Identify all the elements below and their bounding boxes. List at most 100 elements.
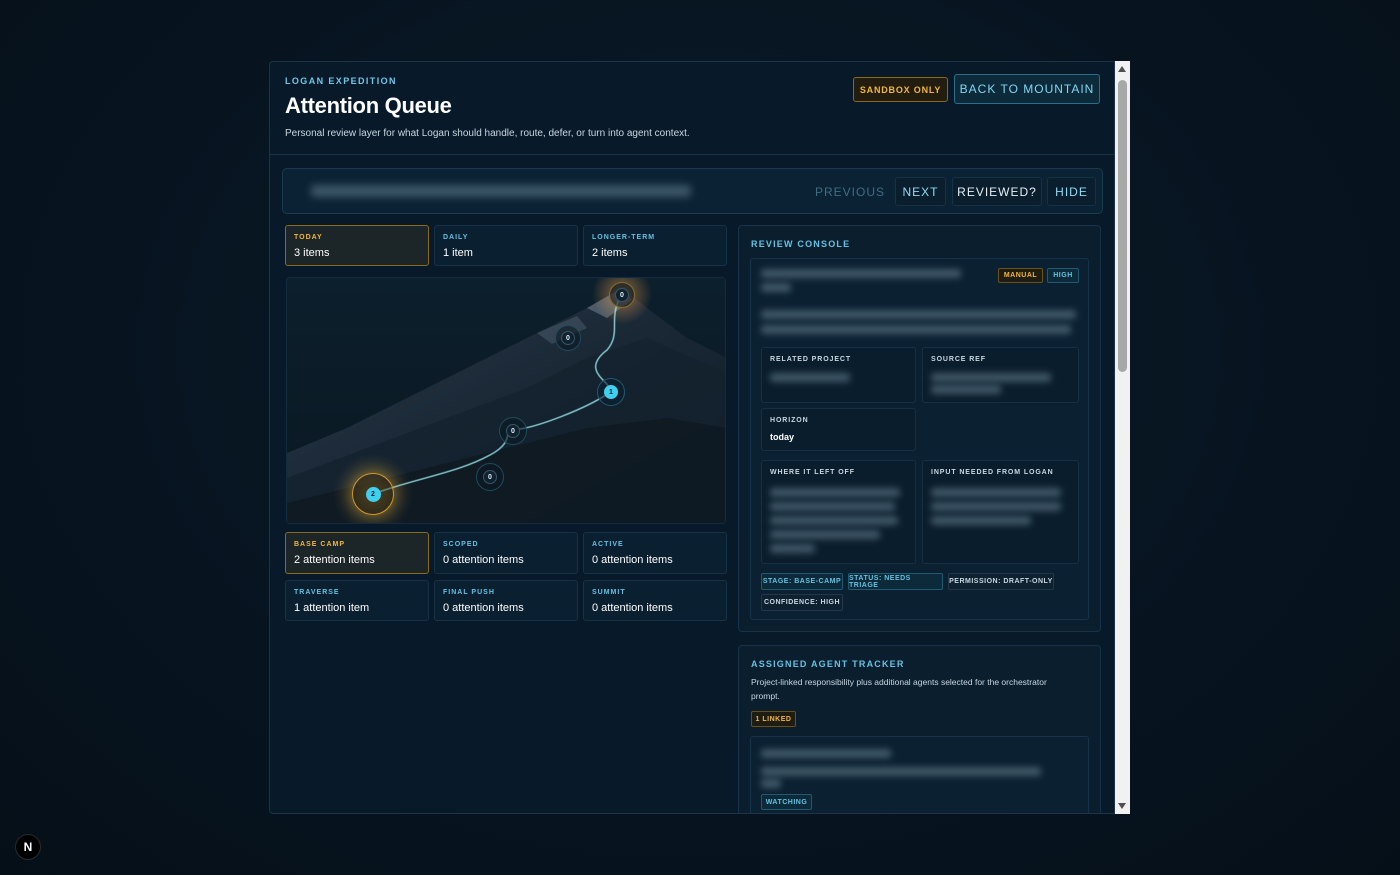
horizon-tile-longer-term[interactable]: LONGER-TERM 2 items: [583, 225, 727, 266]
stage-count: 2 attention items: [294, 554, 375, 566]
next-button[interactable]: NEXT: [895, 177, 946, 206]
current-item-title-blurred: [311, 185, 691, 197]
mountain-map: 0 0 1 0 0 2: [286, 277, 726, 524]
watching-chip: WATCHING: [761, 794, 812, 810]
stage-count: 0 attention items: [443, 554, 524, 566]
attention-queue-modal: LOGAN EXPEDITION Attention Queue Persona…: [269, 61, 1115, 814]
stage-tile-summit[interactable]: SUMMIT 0 attention items: [583, 580, 727, 621]
marker-count: 0: [561, 331, 575, 345]
input-needed-label: INPUT NEEDED FROM LOGAN: [931, 469, 1054, 476]
horizon-tile-daily[interactable]: DAILY 1 item: [434, 225, 578, 266]
hide-button[interactable]: HIDE: [1047, 177, 1096, 206]
horizon-value: today: [770, 432, 795, 442]
agent-tracker-panel: ASSIGNED AGENT TRACKER Project-linked re…: [738, 645, 1101, 813]
back-to-mountain-button[interactable]: BACK TO MOUNTAIN: [954, 74, 1100, 104]
where-it-left-off-label: WHERE IT LEFT OFF: [770, 469, 855, 476]
map-marker-scoped[interactable]: 0: [476, 463, 504, 491]
map-marker-final-push[interactable]: 0: [555, 325, 581, 351]
permission-tag: PERMISSION: DRAFT-ONLY: [948, 573, 1054, 590]
where-it-left-off-field: WHERE IT LEFT OFF: [761, 460, 916, 564]
item-summary-blurred: [761, 310, 1076, 319]
input-needed-text-blurred: [931, 488, 1061, 497]
vertical-scrollbar[interactable]: [1115, 61, 1130, 814]
input-needed-text-blurred: [931, 516, 1031, 525]
related-project-label: RELATED PROJECT: [770, 356, 852, 363]
stage-count: 0 attention items: [592, 602, 673, 614]
agent-card: WATCHING: [750, 736, 1089, 813]
input-needed-text-blurred: [931, 502, 1061, 511]
nextjs-dev-indicator-icon[interactable]: N: [15, 834, 41, 860]
agent-detail-blurred: [761, 767, 1041, 776]
related-project-field: RELATED PROJECT: [761, 347, 916, 403]
review-console-title: REVIEW CONSOLE: [751, 239, 851, 249]
agent-detail-blurred: [761, 779, 781, 788]
map-marker-active[interactable]: 0: [499, 417, 527, 445]
stage-tile-traverse[interactable]: TRAVERSE 1 attention item: [285, 580, 429, 621]
scroll-up-arrow-icon[interactable]: [1118, 66, 1126, 72]
source-ref-field: SOURCE REF: [922, 347, 1079, 403]
source-ref-label: SOURCE REF: [931, 356, 986, 363]
horizon-label: DAILY: [443, 234, 469, 241]
stage-count: 0 attention items: [592, 554, 673, 566]
horizon-label: LONGER-TERM: [592, 234, 656, 241]
stage-label: TRAVERSE: [294, 589, 340, 596]
horizon-label: TODAY: [294, 234, 323, 241]
stage-label: SCOPED: [443, 541, 479, 548]
stage-label: FINAL PUSH: [443, 589, 495, 596]
left-off-text-blurred: [770, 502, 895, 511]
horizon-count: 3 items: [294, 247, 330, 259]
item-title-blurred: [761, 283, 791, 292]
stage-tile-active[interactable]: ACTIVE 0 attention items: [583, 532, 727, 574]
left-off-text-blurred: [770, 516, 898, 525]
marker-count: 0: [506, 424, 520, 438]
page-title: Attention Queue: [285, 93, 452, 118]
stage-label: SUMMIT: [592, 589, 626, 596]
map-marker-summit[interactable]: 0: [609, 282, 635, 308]
status-tag: STATUS: NEEDS TRIAGE: [848, 573, 943, 590]
scroll-thumb[interactable]: [1118, 80, 1127, 372]
stage-tile-final-push[interactable]: FINAL PUSH 0 attention items: [434, 580, 578, 621]
scroll-down-arrow-icon[interactable]: [1118, 803, 1126, 809]
stage-label: ACTIVE: [592, 541, 624, 548]
item-title-blurred: [761, 269, 961, 278]
stage-label: BASE CAMP: [294, 541, 346, 548]
stage-count: 1 attention item: [294, 602, 370, 614]
stage-tag: STAGE: BASE-CAMP: [761, 573, 843, 590]
item-summary-blurred: [761, 325, 1071, 334]
horizon-label: HORIZON: [770, 417, 809, 424]
agent-tracker-title: ASSIGNED AGENT TRACKER: [751, 659, 905, 669]
review-item-card: MANUAL HIGH RELATED PROJECT SOURCE REF H…: [750, 258, 1089, 620]
horizon-tile-today[interactable]: TODAY 3 items: [285, 225, 429, 266]
marker-count: 0: [483, 470, 497, 484]
previous-button[interactable]: PREVIOUS: [809, 177, 891, 206]
sandbox-badge: SANDBOX ONLY: [853, 77, 948, 102]
map-marker-traverse[interactable]: 1: [597, 378, 625, 406]
horizon-count: 1 item: [443, 247, 473, 259]
confidence-tag: CONFIDENCE: HIGH: [761, 594, 843, 611]
priority-chip: HIGH: [1047, 268, 1079, 283]
stage-tile-scoped[interactable]: SCOPED 0 attention items: [434, 532, 578, 574]
manual-chip: MANUAL: [998, 268, 1043, 283]
page-subtitle: Personal review layer for what Logan sho…: [285, 128, 690, 139]
related-project-value-blurred: [770, 373, 850, 382]
marker-count: 1: [604, 385, 618, 399]
reviewed-button[interactable]: REVIEWED?: [952, 177, 1042, 206]
linked-count-chip: 1 LINKED: [751, 711, 796, 727]
source-ref-value-blurred: [931, 385, 1001, 394]
left-off-text-blurred: [770, 488, 900, 497]
modal-header: LOGAN EXPEDITION Attention Queue Persona…: [270, 62, 1114, 155]
agent-name-blurred: [761, 749, 891, 758]
map-marker-base-camp[interactable]: 2: [352, 473, 394, 515]
agent-tracker-description: Project-linked responsibility plus addit…: [751, 677, 1047, 701]
horizon-field: HORIZON today: [761, 408, 916, 451]
input-needed-field: INPUT NEEDED FROM LOGAN: [922, 460, 1079, 564]
eyebrow-label: LOGAN EXPEDITION: [285, 76, 397, 86]
marker-count: 2: [365, 486, 381, 502]
review-console-panel: REVIEW CONSOLE MANUAL HIGH RELATED PROJE…: [738, 225, 1101, 632]
horizon-count: 2 items: [592, 247, 628, 259]
queue-navigator: PREVIOUS NEXT REVIEWED? HIDE: [282, 168, 1103, 214]
source-ref-value-blurred: [931, 373, 1051, 382]
stage-tile-base-camp[interactable]: BASE CAMP 2 attention items: [285, 532, 429, 574]
left-off-text-blurred: [770, 544, 815, 553]
marker-count: 0: [615, 288, 629, 302]
